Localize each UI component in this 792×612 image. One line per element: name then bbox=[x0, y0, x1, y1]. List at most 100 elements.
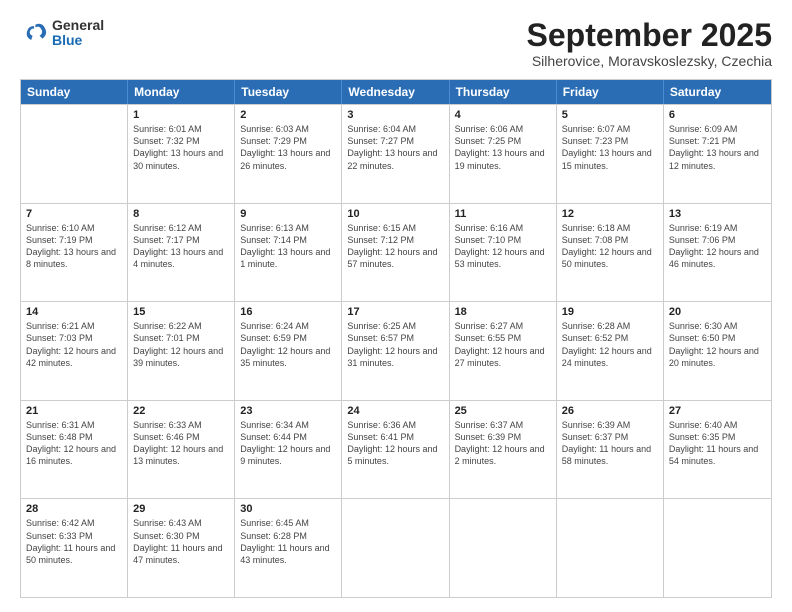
cell-info: Sunrise: 6:36 AMSunset: 6:41 PMDaylight:… bbox=[347, 419, 443, 468]
cal-cell: 20Sunrise: 6:30 AMSunset: 6:50 PMDayligh… bbox=[664, 302, 771, 400]
cell-info: Sunrise: 6:13 AMSunset: 7:14 PMDaylight:… bbox=[240, 222, 336, 271]
cell-day-number: 1 bbox=[133, 109, 229, 121]
cell-day-number: 28 bbox=[26, 503, 122, 515]
cal-cell: 6 Sunrise: 6:09 AMSunset: 7:21 PMDaylight… bbox=[664, 105, 771, 203]
cal-cell: 10Sunrise: 6:15 AMSunset: 7:12 PMDayligh… bbox=[342, 204, 449, 302]
cell-info: Sunrise: 6:15 AMSunset: 7:12 PMDaylight:… bbox=[347, 222, 443, 271]
cell-info: Sunrise: 6:01 AMSunset: 7:32 PMDaylight:… bbox=[133, 123, 229, 172]
calendar: SundayMondayTuesdayWednesdayThursdayFrid… bbox=[20, 79, 772, 598]
cell-day-number: 23 bbox=[240, 405, 336, 417]
cell-day-number: 17 bbox=[347, 306, 443, 318]
cal-cell: 8Sunrise: 6:12 AMSunset: 7:17 PMDaylight… bbox=[128, 204, 235, 302]
cell-day-number: 5 bbox=[562, 109, 658, 121]
logo-icon bbox=[20, 19, 48, 47]
cell-day-number: 27 bbox=[669, 405, 766, 417]
cell-info: Sunrise: 6:24 AMSunset: 6:59 PMDaylight:… bbox=[240, 320, 336, 369]
calendar-row-3: 14 Sunrise: 6:21 AMSunset: 7:03 PMDayligh… bbox=[21, 301, 771, 400]
location-subtitle: Silherovice, Moravskoslezsky, Czechia bbox=[527, 53, 772, 69]
cell-day-number: 14 bbox=[26, 306, 122, 318]
cell-info: Sunrise: 6:45 AMSunset: 6:28 PMDaylight:… bbox=[240, 517, 336, 566]
header-day-tuesday: Tuesday bbox=[235, 80, 342, 104]
cal-cell: 28 Sunrise: 6:42 AMSunset: 6:33 PMDayligh… bbox=[21, 499, 128, 597]
header-day-wednesday: Wednesday bbox=[342, 80, 449, 104]
cal-cell: 24Sunrise: 6:36 AMSunset: 6:41 PMDayligh… bbox=[342, 401, 449, 499]
cell-info: Sunrise: 6:43 AMSunset: 6:30 PMDaylight:… bbox=[133, 517, 229, 566]
cell-day-number: 3 bbox=[347, 109, 443, 121]
cell-info: Sunrise: 6:37 AMSunset: 6:39 PMDaylight:… bbox=[455, 419, 551, 468]
cell-info: Sunrise: 6:25 AMSunset: 6:57 PMDaylight:… bbox=[347, 320, 443, 369]
cell-info: Sunrise: 6:16 AMSunset: 7:10 PMDaylight:… bbox=[455, 222, 551, 271]
calendar-row-4: 21 Sunrise: 6:31 AMSunset: 6:48 PMDayligh… bbox=[21, 400, 771, 499]
cal-cell: 21 Sunrise: 6:31 AMSunset: 6:48 PMDayligh… bbox=[21, 401, 128, 499]
cal-cell: 27Sunrise: 6:40 AMSunset: 6:35 PMDayligh… bbox=[664, 401, 771, 499]
cell-info: Sunrise: 6:42 AMSunset: 6:33 PMDaylight:… bbox=[26, 517, 122, 566]
cell-info: Sunrise: 6:10 AMSunset: 7:19 PMDaylight:… bbox=[26, 222, 122, 271]
cal-cell: 7 Sunrise: 6:10 AMSunset: 7:19 PMDaylight… bbox=[21, 204, 128, 302]
cal-cell: 23Sunrise: 6:34 AMSunset: 6:44 PMDayligh… bbox=[235, 401, 342, 499]
cell-info: Sunrise: 6:28 AMSunset: 6:52 PMDaylight:… bbox=[562, 320, 658, 369]
cal-cell: 18 Sunrise: 6:27 AMSunset: 6:55 PMDayligh… bbox=[450, 302, 557, 400]
cell-info: Sunrise: 6:30 AMSunset: 6:50 PMDaylight:… bbox=[669, 320, 766, 369]
cell-day-number: 29 bbox=[133, 503, 229, 515]
logo-text: General Blue bbox=[52, 18, 104, 49]
cal-cell: 11 Sunrise: 6:16 AMSunset: 7:10 PMDayligh… bbox=[450, 204, 557, 302]
cell-info: Sunrise: 6:21 AMSunset: 7:03 PMDaylight:… bbox=[26, 320, 122, 369]
logo-blue: Blue bbox=[52, 33, 104, 48]
cal-cell: 17 Sunrise: 6:25 AMSunset: 6:57 PMDayligh… bbox=[342, 302, 449, 400]
cell-day-number: 25 bbox=[455, 405, 551, 417]
cal-cell bbox=[450, 499, 557, 597]
cal-cell: 25 Sunrise: 6:37 AMSunset: 6:39 PMDayligh… bbox=[450, 401, 557, 499]
cal-cell: 5 Sunrise: 6:07 AMSunset: 7:23 PMDaylight… bbox=[557, 105, 664, 203]
cell-info: Sunrise: 6:12 AMSunset: 7:17 PMDaylight:… bbox=[133, 222, 229, 271]
cal-cell bbox=[557, 499, 664, 597]
cell-day-number: 22 bbox=[133, 405, 229, 417]
cell-day-number: 9 bbox=[240, 208, 336, 220]
calendar-row-1: 1 Sunrise: 6:01 AMSunset: 7:32 PMDaylight… bbox=[21, 104, 771, 203]
cell-day-number: 7 bbox=[26, 208, 122, 220]
cell-day-number: 19 bbox=[562, 306, 658, 318]
cell-info: Sunrise: 6:07 AMSunset: 7:23 PMDaylight:… bbox=[562, 123, 658, 172]
cal-cell: 15 Sunrise: 6:22 AMSunset: 7:01 PMDayligh… bbox=[128, 302, 235, 400]
cell-day-number: 11 bbox=[455, 208, 551, 220]
cal-cell bbox=[342, 499, 449, 597]
header-day-saturday: Saturday bbox=[664, 80, 771, 104]
cell-day-number: 13 bbox=[669, 208, 766, 220]
calendar-body: 1 Sunrise: 6:01 AMSunset: 7:32 PMDaylight… bbox=[21, 104, 771, 597]
calendar-header-row: SundayMondayTuesdayWednesdayThursdayFrid… bbox=[21, 80, 771, 104]
logo: General Blue bbox=[20, 18, 104, 49]
cal-cell: 22 Sunrise: 6:33 AMSunset: 6:46 PMDayligh… bbox=[128, 401, 235, 499]
cal-cell: 2Sunrise: 6:03 AMSunset: 7:29 PMDaylight… bbox=[235, 105, 342, 203]
cell-day-number: 15 bbox=[133, 306, 229, 318]
cell-info: Sunrise: 6:19 AMSunset: 7:06 PMDaylight:… bbox=[669, 222, 766, 271]
cell-day-number: 21 bbox=[26, 405, 122, 417]
cal-cell: 26Sunrise: 6:39 AMSunset: 6:37 PMDayligh… bbox=[557, 401, 664, 499]
cell-info: Sunrise: 6:22 AMSunset: 7:01 PMDaylight:… bbox=[133, 320, 229, 369]
cell-info: Sunrise: 6:31 AMSunset: 6:48 PMDaylight:… bbox=[26, 419, 122, 468]
cal-cell: 1 Sunrise: 6:01 AMSunset: 7:32 PMDaylight… bbox=[128, 105, 235, 203]
cal-cell: 12Sunrise: 6:18 AMSunset: 7:08 PMDayligh… bbox=[557, 204, 664, 302]
cell-day-number: 6 bbox=[669, 109, 766, 121]
cell-day-number: 4 bbox=[455, 109, 551, 121]
logo-general: General bbox=[52, 18, 104, 33]
cell-day-number: 16 bbox=[240, 306, 336, 318]
cal-cell bbox=[664, 499, 771, 597]
cal-cell: 9 Sunrise: 6:13 AMSunset: 7:14 PMDaylight… bbox=[235, 204, 342, 302]
cal-cell: 16 Sunrise: 6:24 AMSunset: 6:59 PMDayligh… bbox=[235, 302, 342, 400]
cell-day-number: 26 bbox=[562, 405, 658, 417]
cal-cell bbox=[21, 105, 128, 203]
page: General Blue September 2025 Silherovice,… bbox=[0, 0, 792, 612]
header-day-monday: Monday bbox=[128, 80, 235, 104]
cell-info: Sunrise: 6:33 AMSunset: 6:46 PMDaylight:… bbox=[133, 419, 229, 468]
cal-cell: 30Sunrise: 6:45 AMSunset: 6:28 PMDayligh… bbox=[235, 499, 342, 597]
cell-info: Sunrise: 6:06 AMSunset: 7:25 PMDaylight:… bbox=[455, 123, 551, 172]
cell-day-number: 2 bbox=[240, 109, 336, 121]
cell-info: Sunrise: 6:27 AMSunset: 6:55 PMDaylight:… bbox=[455, 320, 551, 369]
cell-day-number: 18 bbox=[455, 306, 551, 318]
header: General Blue September 2025 Silherovice,… bbox=[20, 18, 772, 69]
calendar-row-2: 7 Sunrise: 6:10 AMSunset: 7:19 PMDaylight… bbox=[21, 203, 771, 302]
cal-cell: 14 Sunrise: 6:21 AMSunset: 7:03 PMDayligh… bbox=[21, 302, 128, 400]
header-day-friday: Friday bbox=[557, 80, 664, 104]
header-day-thursday: Thursday bbox=[450, 80, 557, 104]
cell-info: Sunrise: 6:09 AMSunset: 7:21 PMDaylight:… bbox=[669, 123, 766, 172]
cal-cell: 19 Sunrise: 6:28 AMSunset: 6:52 PMDayligh… bbox=[557, 302, 664, 400]
